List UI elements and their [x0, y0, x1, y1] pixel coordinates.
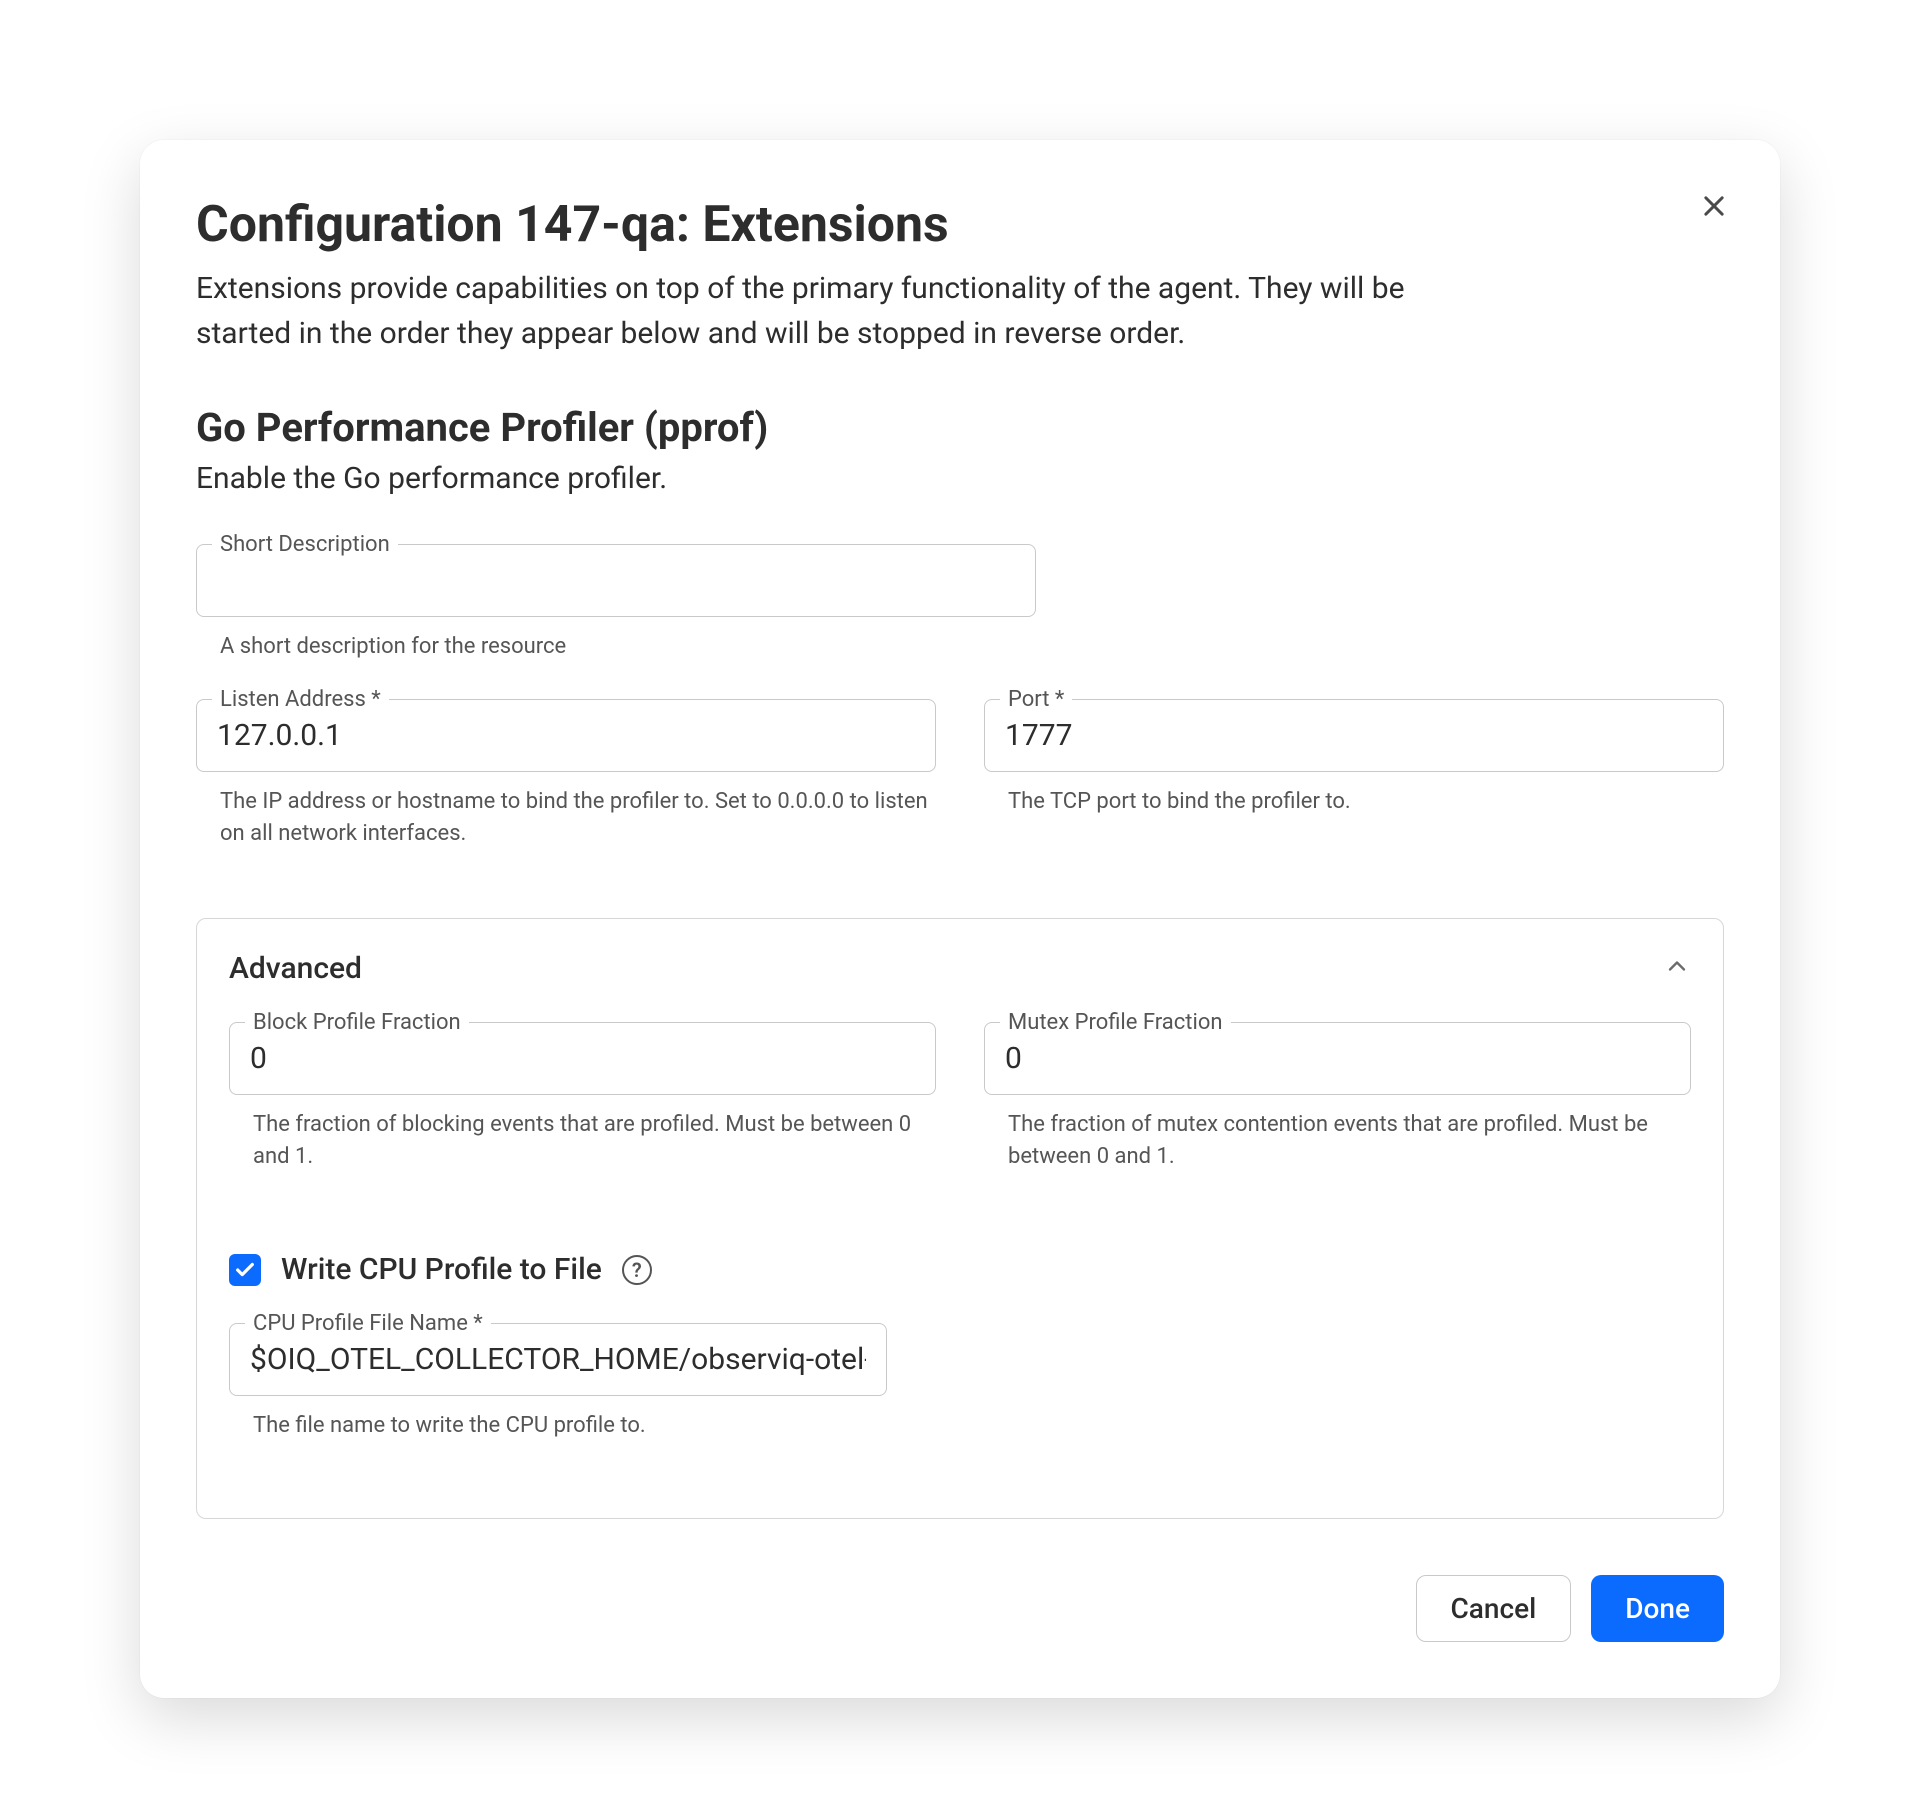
cancel-button[interactable]: Cancel [1416, 1575, 1572, 1642]
close-button[interactable] [1696, 188, 1732, 224]
dialog-actions: Cancel Done [196, 1575, 1724, 1642]
done-button[interactable]: Done [1591, 1575, 1724, 1642]
block-profile-helper: The fraction of blocking events that are… [229, 1109, 936, 1173]
mutex-profile-helper: The fraction of mutex contention events … [984, 1109, 1691, 1173]
short-description-helper: A short description for the resource [196, 631, 1036, 663]
cpu-file-field: CPU Profile File Name * The file name to… [229, 1323, 887, 1442]
dialog: Configuration 147-qa: Extensions Extensi… [140, 140, 1780, 1698]
listen-address-label: Listen Address * [212, 687, 389, 712]
write-cpu-checkbox-row: Write CPU Profile to File ? [229, 1252, 1691, 1287]
advanced-toggle[interactable]: Advanced [229, 951, 1691, 986]
port-helper: The TCP port to bind the profiler to. [984, 786, 1724, 818]
dialog-title: Configuration 147-qa: Extensions [196, 196, 1724, 254]
port-input[interactable] [984, 699, 1724, 772]
close-icon [1700, 192, 1728, 220]
port-label: Port * [1000, 687, 1072, 712]
block-profile-label: Block Profile Fraction [245, 1010, 469, 1035]
cpu-file-helper: The file name to write the CPU profile t… [229, 1410, 887, 1442]
write-cpu-checkbox-label: Write CPU Profile to File [281, 1252, 602, 1287]
mutex-profile-label: Mutex Profile Fraction [1000, 1010, 1231, 1035]
chevron-up-icon [1663, 952, 1691, 984]
write-cpu-checkbox[interactable] [229, 1254, 261, 1286]
help-icon[interactable]: ? [622, 1255, 652, 1285]
advanced-title: Advanced [229, 951, 362, 986]
advanced-panel: Advanced Block Profile Fraction The frac… [196, 918, 1724, 1520]
mutex-profile-field: Mutex Profile Fraction The fraction of m… [984, 1022, 1691, 1173]
dialog-subtitle: Extensions provide capabilities on top o… [196, 266, 1496, 356]
section-desc: Enable the Go performance profiler. [196, 461, 1724, 496]
port-field: Port * The TCP port to bind the profiler… [984, 699, 1724, 850]
block-profile-field: Block Profile Fraction The fraction of b… [229, 1022, 936, 1173]
cpu-file-label: CPU Profile File Name * [245, 1311, 491, 1336]
listen-address-field: Listen Address * The IP address or hostn… [196, 699, 936, 850]
section-title: Go Performance Profiler (pprof) [196, 404, 1724, 451]
short-description-field: Short Description A short description fo… [196, 544, 1036, 663]
short-description-label: Short Description [212, 532, 398, 557]
listen-address-helper: The IP address or hostname to bind the p… [196, 786, 936, 850]
check-icon [234, 1259, 256, 1281]
